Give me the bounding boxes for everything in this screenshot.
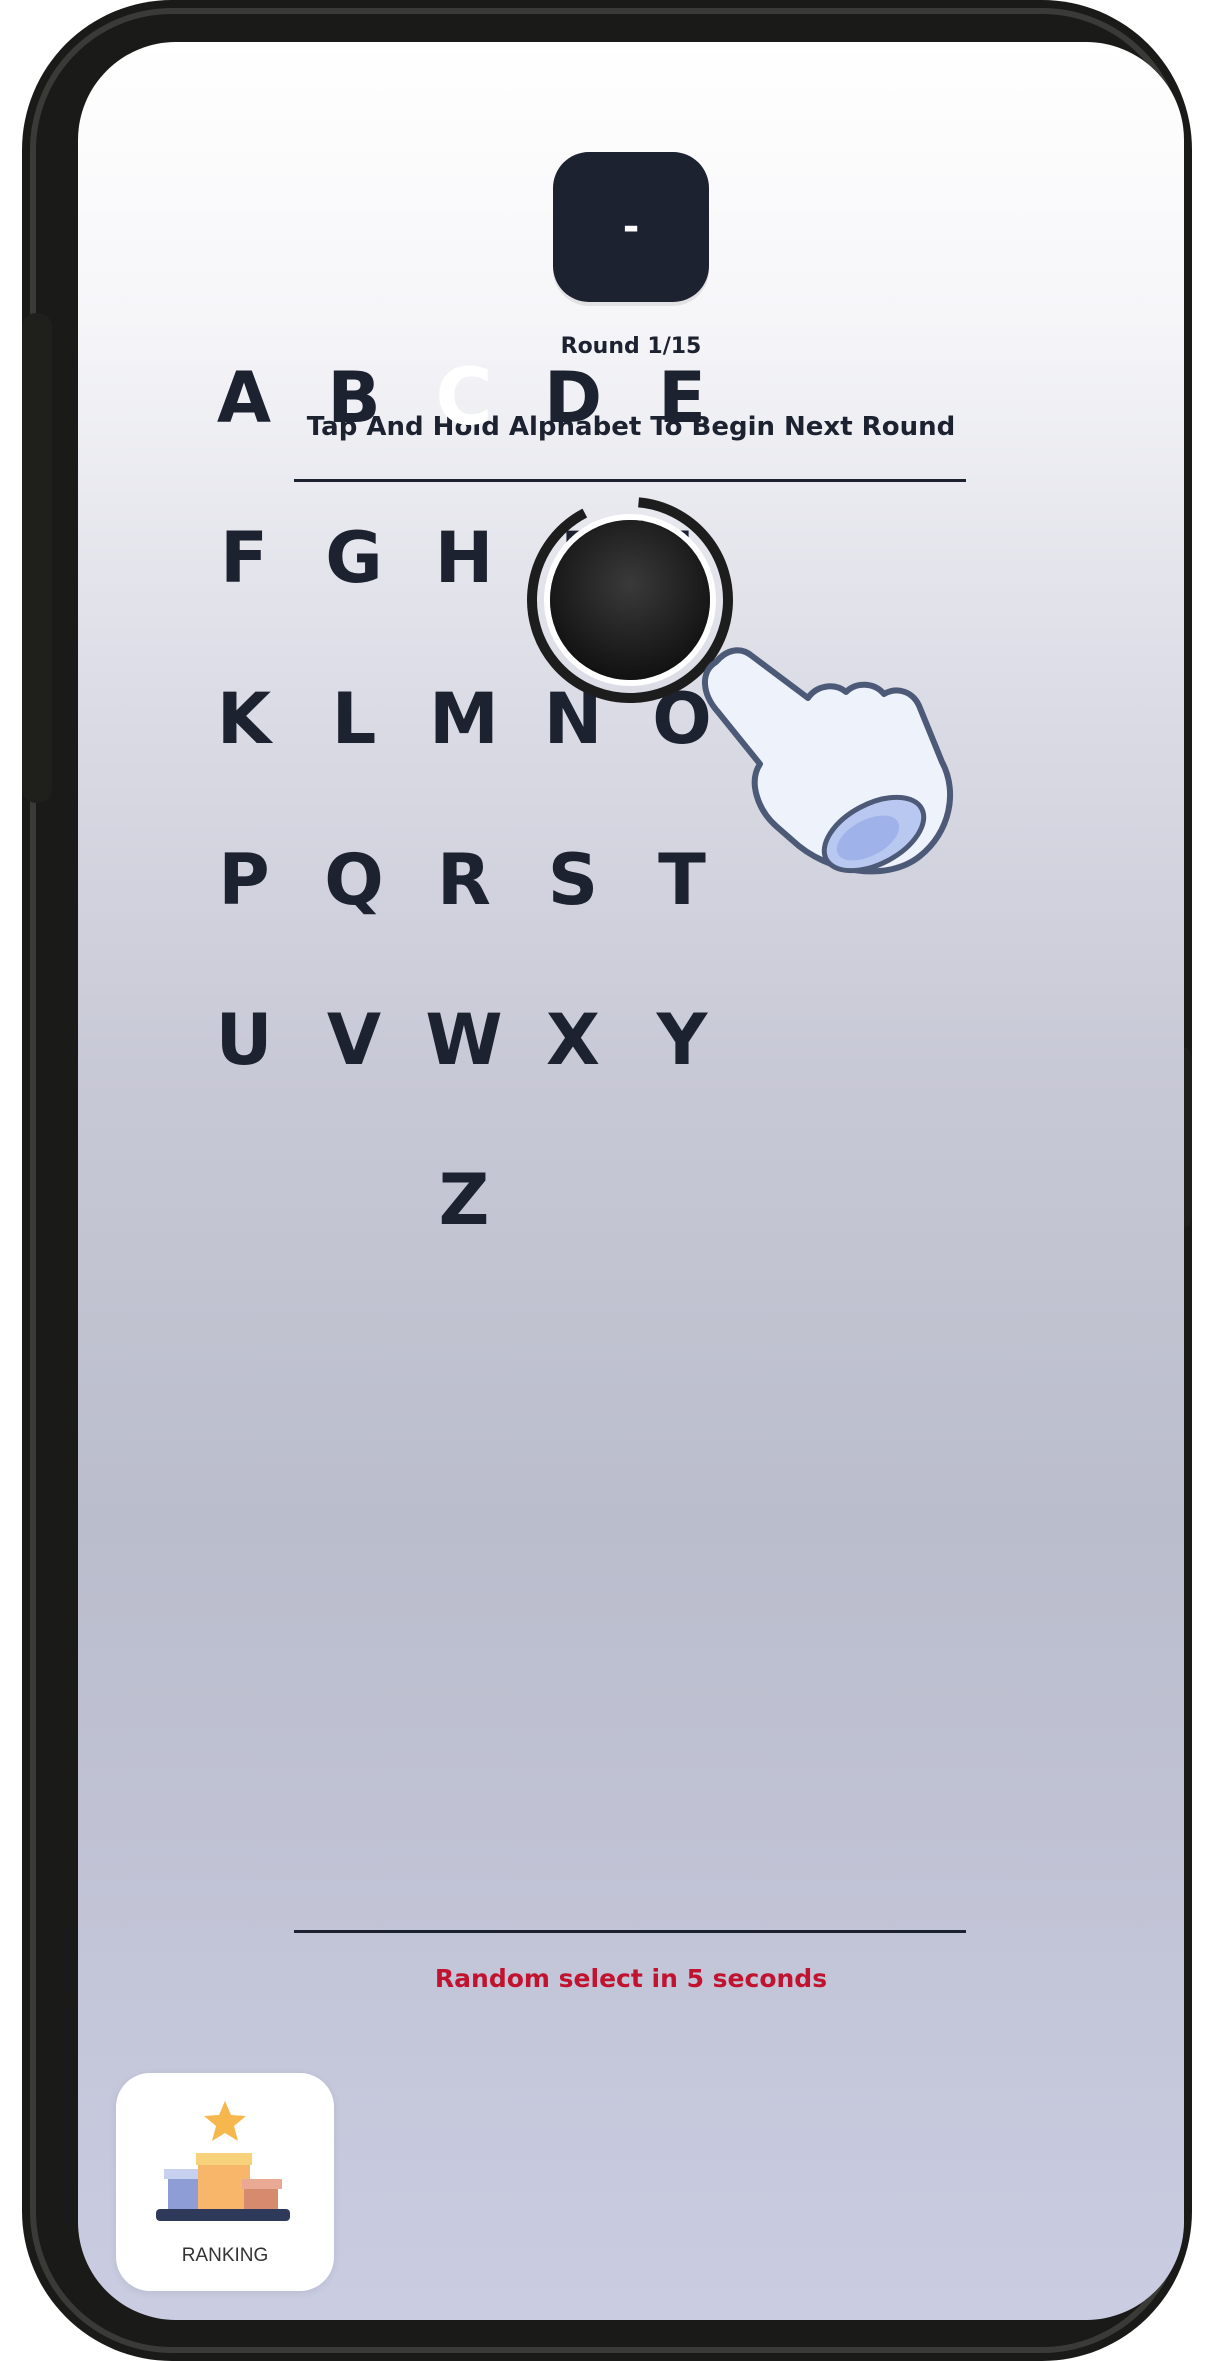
letter-f[interactable]: F [184,498,304,618]
side-button-left [22,313,52,803]
letter-d[interactable]: D [513,338,633,458]
letter-z[interactable]: Z [404,1140,524,1260]
ranking-label: RANKING [181,2245,269,2266]
divider-top [294,479,966,482]
divider-bottom [294,1930,966,1933]
letter-u[interactable]: U [184,980,304,1100]
letter-b[interactable]: B [294,338,414,458]
letter-a[interactable]: A [184,338,304,458]
letter-w[interactable]: W [404,980,524,1100]
letter-r[interactable]: R [404,820,524,940]
letter-m[interactable]: M [404,659,524,779]
phone-frame: - Round 1/15 Tap And Hold Alphabet To Be… [22,0,1192,2361]
random-select-countdown: Random select in 5 seconds [434,1964,828,1993]
countdown-timer: - [553,152,709,302]
ranking-button[interactable]: RANKING [116,2073,334,2291]
letter-p[interactable]: P [184,820,304,940]
letter-s[interactable]: S [513,820,633,940]
letter-g[interactable]: G [294,498,414,618]
game-screen: - Round 1/15 Tap And Hold Alphabet To Be… [78,42,1184,2320]
letter-l[interactable]: L [294,659,414,779]
letter-q[interactable]: Q [294,820,414,940]
letter-k[interactable]: K [184,659,304,779]
podium-icon [156,2101,290,2221]
letter-e[interactable]: E [622,338,742,458]
letter-h[interactable]: H [404,498,524,618]
letter-x[interactable]: X [513,980,633,1100]
letter-c[interactable]: C [404,338,524,458]
letter-v[interactable]: V [294,980,414,1100]
letter-y[interactable]: Y [622,980,742,1100]
tap-hand-icon [701,647,954,875]
